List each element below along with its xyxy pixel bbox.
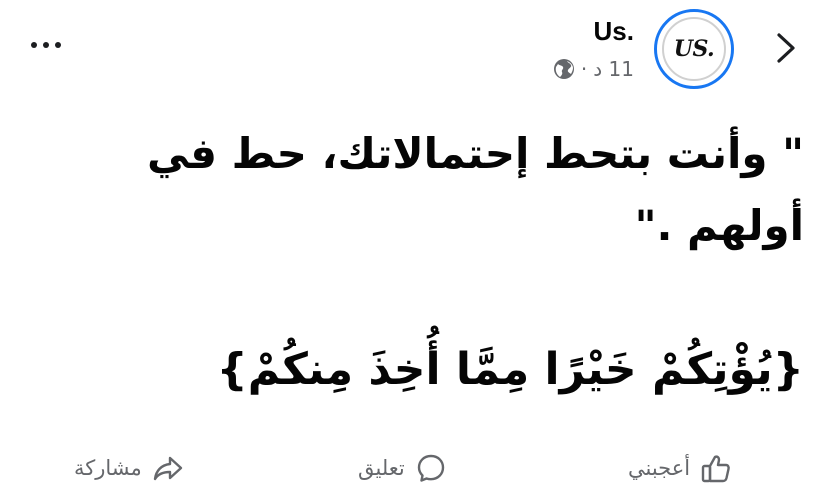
more-dot (43, 42, 49, 48)
post-header: US. Us. · 11 د (0, 0, 828, 100)
share-button[interactable]: مشاركة (74, 440, 184, 496)
post-verse-text: {يُؤْتِكُمْ خَيْرًا مِمَّا أُخِذَ مِنكُم… (216, 344, 804, 395)
post-body-text: " وأنت بتحط إحتمالاتك، حط في أولهم ." (147, 129, 804, 250)
post-meta: · 11 د (553, 55, 634, 83)
post-timestamp[interactable]: 11 د (593, 57, 634, 81)
more-options-button[interactable] (24, 30, 68, 60)
like-label: أعجبني (628, 456, 691, 480)
comment-label: تعليق (358, 456, 405, 480)
comment-bubble-icon (417, 454, 444, 482)
author-avatar[interactable]: US. (654, 9, 734, 89)
meta-separator: · (580, 57, 588, 81)
more-dot (31, 42, 37, 48)
share-label: مشاركة (74, 456, 142, 480)
thumbs-up-icon (701, 455, 730, 483)
chevron-right-icon[interactable] (770, 28, 802, 68)
comment-button[interactable]: تعليق (358, 440, 447, 496)
more-dot (55, 42, 61, 48)
author-name[interactable]: Us. (594, 16, 634, 47)
share-arrow-icon (153, 456, 182, 481)
avatar-logo: US. (662, 17, 726, 81)
globe-icon[interactable] (553, 58, 575, 80)
like-button[interactable]: أعجبني (628, 440, 732, 496)
post-actions-bar: أعجبني تعليق مشاركة (0, 440, 828, 496)
